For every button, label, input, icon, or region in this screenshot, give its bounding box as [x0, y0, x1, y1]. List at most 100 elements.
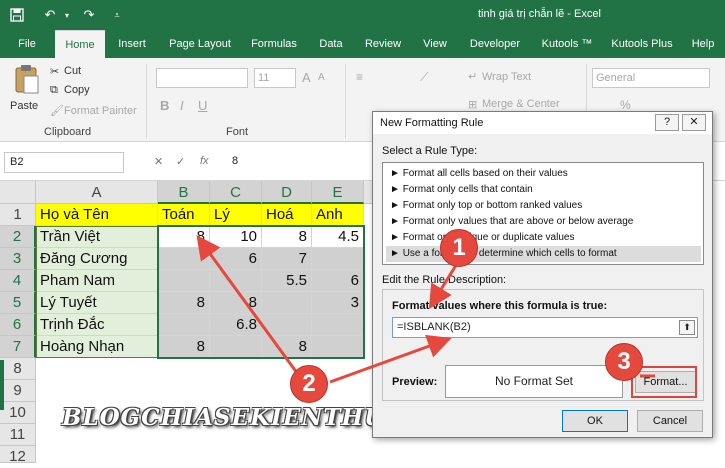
paste-button[interactable]: Paste [8, 64, 46, 120]
cell-d1[interactable]: Hoá [262, 204, 312, 226]
customize-icon[interactable]: ⩡ [110, 6, 124, 24]
cell-e2[interactable]: 4.5 [312, 226, 364, 248]
cell-b3[interactable] [158, 248, 210, 270]
cancel-button[interactable]: Cancel [637, 410, 703, 432]
rule-type-item-formula[interactable]: ► Use a formula to determine which cells… [386, 246, 701, 262]
cell-a5[interactable]: Lý Tuyết [36, 292, 158, 314]
row-header[interactable]: 3 [0, 248, 36, 270]
name-box[interactable]: B2 [4, 152, 124, 173]
merge-center-icon[interactable]: ⊞ [468, 98, 477, 111]
cell-b6[interactable] [158, 314, 210, 336]
tab-formulas[interactable]: Formulas [246, 30, 302, 58]
rule-type-item[interactable]: ► Format all cells based on their values [386, 166, 701, 182]
shrink-font-icon[interactable]: A [318, 72, 325, 83]
row-header[interactable]: 1 [0, 204, 36, 226]
tab-insert[interactable]: Insert [112, 30, 152, 58]
bold-icon[interactable]: B [160, 98, 169, 113]
orientation-icon[interactable]: ⟋ [420, 70, 428, 85]
cell-d5[interactable] [262, 292, 312, 314]
rule-type-item[interactable]: ► Format only top or bottom ranked value… [386, 198, 701, 214]
cell-c6[interactable]: 6.8 [210, 314, 262, 336]
save-icon[interactable] [8, 6, 26, 24]
row-header[interactable]: 5 [0, 292, 36, 314]
tab-data[interactable]: Data [312, 30, 350, 58]
column-header-e[interactable]: E [312, 181, 364, 204]
cell-e5[interactable]: 3 [312, 292, 364, 314]
row-header[interactable]: 10 [0, 402, 36, 424]
tab-kutools[interactable]: Kutools ™ [536, 30, 598, 58]
column-header-a[interactable]: A [36, 181, 158, 204]
cancel-entry-icon[interactable]: ✕ [154, 155, 163, 168]
cut-icon[interactable]: ✂ [50, 65, 59, 78]
font-name-box[interactable] [156, 68, 248, 88]
percent-icon[interactable]: % [620, 98, 631, 112]
cell-a2[interactable]: Trần Việt [36, 226, 158, 248]
row-header[interactable]: 11 [0, 424, 36, 446]
cell-c7[interactable] [210, 336, 262, 358]
cell-c3[interactable]: 6 [210, 248, 262, 270]
cell-a3[interactable]: Đăng Cương [36, 248, 158, 270]
insert-function-icon[interactable]: fx [200, 155, 209, 167]
merge-center-button[interactable]: Merge & Center [482, 98, 560, 110]
grow-font-icon[interactable]: A [302, 70, 311, 85]
row-header[interactable]: 2 [0, 226, 36, 248]
cell-d6[interactable] [262, 314, 312, 336]
formula-field[interactable]: =ISBLANK(B2) [392, 317, 698, 338]
italic-icon[interactable]: I [180, 98, 184, 113]
undo-dropdown-icon[interactable]: ▾ [62, 6, 72, 24]
format-painter-button[interactable]: Format Painter [64, 105, 137, 117]
cell-c4[interactable] [210, 270, 262, 292]
cell-d4[interactable]: 5.5 [262, 270, 312, 292]
cell-e7[interactable] [312, 336, 364, 358]
undo-icon[interactable]: ↶ [40, 6, 60, 24]
tab-home[interactable]: Home [55, 30, 105, 58]
tab-review[interactable]: Review [360, 30, 406, 58]
cell-b1[interactable]: Toán [158, 204, 210, 226]
cell-b2[interactable]: 8 [158, 226, 210, 248]
font-size-box[interactable]: 11 [254, 68, 296, 88]
collapse-dialog-icon[interactable]: ⬆ [679, 320, 695, 335]
rule-type-item[interactable]: ► Format only cells that contain [386, 182, 701, 198]
copy-icon[interactable]: ⧉ [50, 84, 58, 97]
help-button[interactable]: ? [655, 114, 679, 131]
cell-c2[interactable]: 10 [210, 226, 262, 248]
cell-e3[interactable] [312, 248, 364, 270]
tab-file[interactable]: File [10, 30, 44, 58]
cell-a6[interactable]: Trịnh Đắc [36, 314, 158, 336]
row-header[interactable]: 6 [0, 314, 36, 336]
close-button[interactable]: ✕ [682, 114, 706, 131]
cell-e4[interactable]: 6 [312, 270, 364, 292]
cell-d7[interactable]: 8 [262, 336, 312, 358]
align-top-icon[interactable]: ≡ [356, 70, 363, 84]
cell-a4[interactable]: Pham Nam [36, 270, 158, 292]
number-format-box[interactable]: General [592, 68, 710, 88]
underline-icon[interactable]: U [198, 98, 207, 113]
format-painter-icon[interactable]: 🖌 [50, 104, 64, 117]
confirm-entry-icon[interactable]: ✓ [176, 155, 185, 168]
row-header[interactable]: 4 [0, 270, 36, 292]
formula-input[interactable]: 8 [226, 152, 376, 173]
select-all-corner[interactable] [0, 181, 36, 204]
cell-c5[interactable]: 8 [210, 292, 262, 314]
cell-b5[interactable]: 8 [158, 292, 210, 314]
cell-b7[interactable]: 8 [158, 336, 210, 358]
tab-view[interactable]: View [418, 30, 452, 58]
tab-developer[interactable]: Developer [464, 30, 526, 58]
ok-button[interactable]: OK [562, 410, 628, 432]
row-header[interactable]: 12 [0, 446, 36, 465]
cell-b4[interactable] [158, 270, 210, 292]
cell-d3[interactable]: 7 [262, 248, 312, 270]
tab-page-layout[interactable]: Page Layout [164, 30, 236, 58]
rule-type-item[interactable]: ► Format only unique or duplicate values [386, 230, 701, 246]
wrap-text-icon[interactable]: ↵ [468, 70, 477, 83]
rule-type-item[interactable]: ► Format only values that are above or b… [386, 214, 701, 230]
column-header-d[interactable]: D [262, 181, 312, 204]
cell-a1[interactable]: Họ và Tên [36, 204, 158, 226]
wrap-text-button[interactable]: Wrap Text [482, 71, 531, 83]
cell-c1[interactable]: Lý [210, 204, 262, 226]
row-header[interactable]: 9 [0, 380, 36, 402]
row-header[interactable]: 7 [0, 336, 36, 358]
cell-d2[interactable]: 8 [262, 226, 312, 248]
copy-button[interactable]: Copy [64, 84, 90, 96]
redo-icon[interactable]: ↷ [80, 6, 98, 24]
